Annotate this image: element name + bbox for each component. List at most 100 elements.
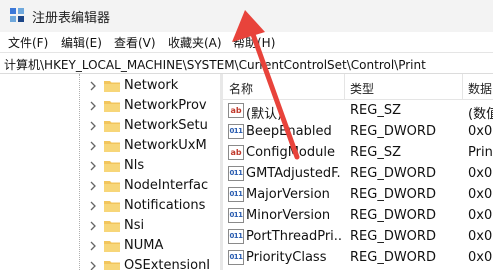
chevron-right-icon[interactable] xyxy=(88,81,98,91)
tree-item-label: NodeInterfac xyxy=(124,178,209,193)
registry-editor-icon xyxy=(10,8,24,22)
folder-icon xyxy=(104,121,120,132)
reg-dword-icon: 011 xyxy=(228,229,244,244)
folder-icon xyxy=(104,261,120,270)
value-data: 0x00 xyxy=(468,166,493,181)
reg-dword-icon: 011 xyxy=(228,187,244,202)
tree-item-networkprov[interactable]: NetworkProv xyxy=(0,96,220,116)
title-bar: 注册表编辑器 xyxy=(0,0,493,32)
value-name: BeepEnabled xyxy=(246,124,332,139)
tree-item-networkuxm[interactable]: NetworkUxM xyxy=(0,136,220,156)
address-path[interactable]: 计算机\HKEY_LOCAL_MACHINE\SYSTEM\CurrentCon… xyxy=(4,56,426,73)
address-bar[interactable]: 计算机\HKEY_LOCAL_MACHINE\SYSTEM\CurrentCon… xyxy=(0,52,493,74)
tree-item-label: NetworkSetu xyxy=(124,118,208,133)
reg-dword-icon: 011 xyxy=(228,250,244,265)
chevron-right-icon[interactable] xyxy=(88,101,98,111)
folder-icon xyxy=(104,141,120,152)
folder-icon xyxy=(104,221,120,232)
column-header-name[interactable]: 名称 xyxy=(229,80,253,97)
menu-edit[interactable]: 编辑(E) xyxy=(61,34,102,51)
tree-item-label: Nsi xyxy=(124,218,145,233)
tree-item-label: Nls xyxy=(124,158,145,173)
value-type: REG_DWORD xyxy=(350,187,436,202)
column-header-data[interactable]: 数据 xyxy=(468,80,492,97)
value-row[interactable]: 011 MinorVersion REG_DWORD 0x00 xyxy=(223,205,493,226)
value-row[interactable]: 011 GMTAdjustedF... REG_DWORD 0x00 xyxy=(223,163,493,184)
value-name: MinorVersion xyxy=(246,208,331,223)
reg-dword-icon: 011 xyxy=(228,124,244,139)
tree-item-network[interactable]: Network xyxy=(0,76,220,96)
list-header: 名称 类型 数据 xyxy=(223,74,493,100)
tree-guide-line xyxy=(79,74,80,270)
tree-item-label: Network xyxy=(124,78,179,93)
value-type: REG_DWORD xyxy=(350,250,436,265)
tree-item-notifications[interactable]: Notifications xyxy=(0,196,220,216)
value-type: REG_SZ xyxy=(350,103,401,118)
value-data: 0x00 xyxy=(468,208,493,223)
value-row[interactable]: ab (默认) REG_SZ (数值 xyxy=(223,100,493,122)
tree-item-nls[interactable]: Nls xyxy=(0,156,220,176)
chevron-right-icon[interactable] xyxy=(88,161,98,171)
reg-dword-icon: 011 xyxy=(228,208,244,223)
value-name: GMTAdjustedF... xyxy=(246,166,341,181)
menu-bar: 文件(F) 编辑(E) 查看(V) 收藏夹(A) 帮助(H) xyxy=(0,32,493,52)
value-name: (默认) xyxy=(246,107,283,122)
tree-item-nsi[interactable]: Nsi xyxy=(0,216,220,236)
tree-item-label: NetworkProv xyxy=(124,98,207,113)
value-name: PortThreadPri... xyxy=(246,229,341,244)
value-type: REG_SZ xyxy=(350,145,401,160)
chevron-right-icon[interactable] xyxy=(88,121,98,131)
folder-icon xyxy=(104,181,120,192)
menu-help[interactable]: 帮助(H) xyxy=(233,34,275,51)
column-divider[interactable] xyxy=(344,74,345,100)
value-data: 0x00 xyxy=(468,250,493,265)
tree-item-label: NetworkUxM xyxy=(124,138,207,153)
window-title: 注册表编辑器 xyxy=(32,11,111,26)
tree-item-osextension[interactable]: OSExtensionI xyxy=(0,256,220,270)
value-type: REG_DWORD xyxy=(350,208,436,223)
tree-item-label: OSExtensionI xyxy=(124,258,211,270)
reg-sz-icon: ab xyxy=(228,103,244,118)
value-type: REG_DWORD xyxy=(350,166,436,181)
value-data: (数值 xyxy=(468,107,493,122)
tree-item-label: Notifications xyxy=(124,198,206,213)
chevron-right-icon[interactable] xyxy=(88,241,98,251)
chevron-right-icon[interactable] xyxy=(88,261,98,270)
column-header-type[interactable]: 类型 xyxy=(350,80,374,97)
chevron-right-icon[interactable] xyxy=(88,201,98,211)
tree-item-networksetu[interactable]: NetworkSetu xyxy=(0,116,220,136)
values-list-pane[interactable]: 名称 类型 数据 ab (默认) REG_SZ (数值 011 BeepEnab… xyxy=(223,74,493,270)
value-row[interactable]: 011 PortThreadPri... REG_DWORD 0x00 xyxy=(223,226,493,247)
menu-view[interactable]: 查看(V) xyxy=(114,34,156,51)
value-name: MajorVersion xyxy=(246,187,330,202)
folder-icon xyxy=(104,201,120,212)
value-type: REG_DWORD xyxy=(350,229,436,244)
tree-item-nodeinterfac[interactable]: NodeInterfac xyxy=(0,176,220,196)
chevron-right-icon[interactable] xyxy=(88,221,98,231)
value-data: 0x00 xyxy=(468,124,493,139)
value-row[interactable]: 011 BeepEnabled REG_DWORD 0x00 xyxy=(223,121,493,142)
folder-icon xyxy=(104,101,120,112)
folder-icon xyxy=(104,81,120,92)
column-divider[interactable] xyxy=(462,74,463,100)
value-data: Print xyxy=(468,145,493,160)
value-row[interactable]: 011 MajorVersion REG_DWORD 0x00 xyxy=(223,184,493,205)
reg-dword-icon: 011 xyxy=(228,166,244,181)
key-tree-pane[interactable]: Network NetworkProv NetworkSetu NetworkU… xyxy=(0,74,220,270)
menu-favorites[interactable]: 收藏夹(A) xyxy=(168,34,222,51)
value-row[interactable]: 011 PriorityClass REG_DWORD 0x00 xyxy=(223,247,493,268)
value-type: REG_DWORD xyxy=(350,124,436,139)
chevron-right-icon[interactable] xyxy=(88,141,98,151)
value-name: PriorityClass xyxy=(246,250,327,265)
tree-item-label: NUMA xyxy=(124,238,164,253)
menu-file[interactable]: 文件(F) xyxy=(8,34,48,51)
tree-item-numa[interactable]: NUMA xyxy=(0,236,220,256)
reg-sz-icon: ab xyxy=(228,145,244,160)
folder-icon xyxy=(104,241,120,252)
value-row[interactable]: ab ConfigModule REG_SZ Print xyxy=(223,142,493,163)
value-data: 0x00 xyxy=(468,187,493,202)
value-name: ConfigModule xyxy=(246,145,335,160)
chevron-right-icon[interactable] xyxy=(88,181,98,191)
value-data: 0x00 xyxy=(468,229,493,244)
folder-icon xyxy=(104,161,120,172)
